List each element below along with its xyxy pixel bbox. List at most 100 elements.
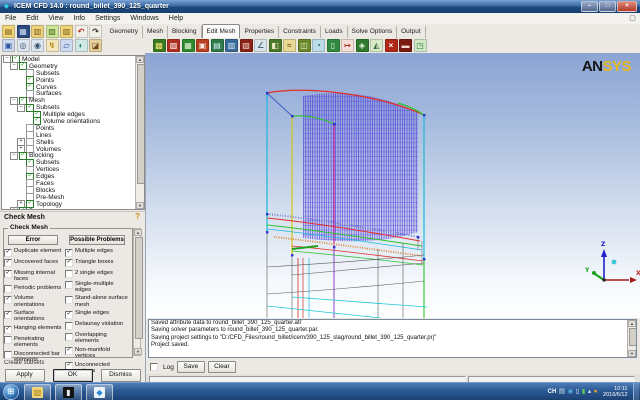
checkmesh-option-single-edges[interactable]: ✓Single edges [65,310,129,319]
column-header-error[interactable]: Error [8,235,58,245]
menu-view[interactable]: View [43,13,68,24]
dismiss-button[interactable]: Dismiss [101,369,141,382]
open-geometry-icon[interactable]: ▥ [31,25,44,38]
tree-scrollbar[interactable]: ▲ ▼ [135,56,144,209]
taskbar-icem[interactable]: ◆ [86,384,113,400]
taskbar-terminal[interactable]: ▮ [55,384,82,400]
checkbox-icon[interactable] [65,322,73,330]
tree-item-points[interactable]: Points [2,125,136,132]
start-button[interactable]: ⊞ [3,384,19,400]
checkbox-icon[interactable]: ✓ [65,311,73,319]
menu-file[interactable]: File [0,13,21,24]
transform-mesh-icon[interactable]: ◫ [298,39,311,52]
tab-constraints[interactable]: Constraints [279,26,321,38]
open-project-icon[interactable]: ▤ [2,25,15,38]
tree-item-geometry[interactable]: −✓Geometry [2,63,136,70]
adjust-density-icon[interactable]: ≈ [283,39,296,52]
checkmesh-option-hanging-elements[interactable]: ✓Hanging elements [4,325,62,334]
tree-item-subsets[interactable]: Subsets [2,70,136,77]
language-indicator[interactable]: CH [548,389,557,395]
measure-distance-icon[interactable]: ↯ [46,39,59,52]
checkbox-icon[interactable] [65,333,73,341]
checkmesh-option-stand-alone-surface-mesh[interactable]: Stand-alone surface mesh [65,295,129,307]
menu-info[interactable]: Info [68,13,90,24]
save-mesh-icon[interactable]: ▨ [60,25,73,38]
scrollbar-thumb[interactable] [629,328,637,346]
checkmesh-option-periodic-problems[interactable]: Periodic problems [4,285,62,294]
checkmesh-option-missing-internal-faces[interactable]: ✓Missing internal faces [4,270,62,282]
smooth-mesh-icon[interactable]: ▤ [211,39,224,52]
checkbox-icon[interactable]: ✓ [4,259,12,267]
tree-expander-icon[interactable]: + [10,207,18,209]
tree-checkbox[interactable]: ✓ [19,207,27,209]
checkmesh-option-2-single-edges[interactable]: 2 single edges [65,270,129,279]
edit-node-icon[interactable]: ◭ [370,39,383,52]
checkmesh-option-penetrating-elements[interactable]: Penetrating elements [4,336,62,348]
battery-tray-icon[interactable]: ▮ [582,388,586,396]
checkmesh-option-duplicate-element[interactable]: ✓Duplicate element [4,248,62,257]
checkbox-icon[interactable]: ✓ [65,347,73,355]
renumber-mesh-icon[interactable]: ▯ [327,39,340,52]
scroll-down-icon[interactable]: ▼ [134,348,142,355]
show-desktop-button[interactable] [633,383,639,400]
checkbox-icon[interactable] [65,281,73,289]
display-tray-icon[interactable]: ▯ [576,388,580,396]
scroll-up-icon[interactable]: ▲ [134,229,142,236]
weather-tray-icon[interactable]: ● [594,388,598,396]
smooth-hexa-icon[interactable]: ▥ [225,39,238,52]
checkmesh-option-multiple-edges[interactable]: ✓Multiple edges [65,248,129,257]
checkmesh-option-uncovered-faces[interactable]: ✓Uncovered faces [4,259,62,268]
tree-expander-icon[interactable]: − [10,62,18,70]
mesh-info-icon[interactable]: ◳ [414,39,427,52]
tree-item-multiple-edges[interactable]: ✓Multiple edges [2,111,136,118]
checkbox-icon[interactable]: ✓ [4,311,12,319]
repair-mesh-icon[interactable]: ▧ [240,39,253,52]
tab-mesh[interactable]: Mesh [143,26,168,38]
tree-expander-icon[interactable]: − [17,104,25,112]
screen-layout-icon[interactable]: ▱ [60,39,73,52]
tab-properties[interactable]: Properties [240,26,279,38]
scroll-down-icon[interactable]: ▼ [628,350,636,357]
checkmesh-option-single-multiple-edges[interactable]: Single-multiple edges [65,281,129,293]
clear-log-button[interactable]: Clear [208,361,236,373]
checkmesh-option-non-manifold-vertices[interactable]: ✓Non-manifold vertices [65,347,129,359]
checkbox-icon[interactable] [4,351,12,359]
menu-windows[interactable]: Windows [125,13,163,24]
save-project-icon[interactable]: ▦ [17,25,30,38]
tree-item-blocks[interactable]: Blocks [2,187,136,194]
close-button[interactable]: × [617,1,637,12]
help-icon[interactable]: ? [135,211,140,223]
tree-item-volume-orientations[interactable]: ✓Volume orientations [2,118,136,125]
taskbar-clock[interactable]: 10:11 2016/6/12 [603,386,627,399]
tree-item-subsets[interactable]: −✓Subsets [2,104,136,111]
tab-geometry[interactable]: Geometry [106,26,144,38]
zoom-select-icon[interactable]: ◉ [31,39,44,52]
checkmesh-option-surface-orientations[interactable]: ✓Surface orientations [4,310,62,322]
tab-blocking[interactable]: Blocking [168,26,202,38]
log-checkbox[interactable] [150,363,158,371]
undo-icon[interactable]: ↶ [75,25,88,38]
tab-output[interactable]: Output [397,26,426,38]
delete-elements-icon[interactable]: × [385,39,398,52]
log-scrollbar[interactable]: ▲ ▼ [627,320,636,357]
extrude-mesh-icon[interactable]: ▨ [167,39,180,52]
checkmesh-option-triangle-boxes[interactable]: ✓Triangle boxes [65,259,129,268]
tab-solve-options[interactable]: Solve Options [348,26,397,38]
display-quality-icon[interactable]: ▣ [196,39,209,52]
checkbox-icon[interactable]: ✓ [65,249,73,257]
column-header-possible-problems[interactable]: Possible Problems [69,235,125,245]
scrollbar-thumb[interactable] [135,237,143,339]
taskbar-explorer[interactable]: ▨ [24,384,51,400]
checkbox-icon[interactable] [4,285,12,293]
scroll-up-icon[interactable]: ▲ [628,320,636,327]
selection-box-icon[interactable]: ◪ [89,39,102,52]
ime-tray-icon[interactable]: ▤ [559,388,565,396]
minimize-button[interactable]: – [581,1,598,12]
checkbox-icon[interactable]: ✓ [4,326,12,334]
checkbox-icon[interactable] [4,336,12,344]
tree-item-curves[interactable]: ✓Curves [2,84,136,91]
checkbox-icon[interactable]: ✓ [65,259,73,267]
global-axis-icon[interactable]: ◐ [75,39,88,52]
tree-item-edges[interactable]: ✓Edges [2,173,136,180]
split-mesh-edge-icon[interactable]: ◈ [356,39,369,52]
